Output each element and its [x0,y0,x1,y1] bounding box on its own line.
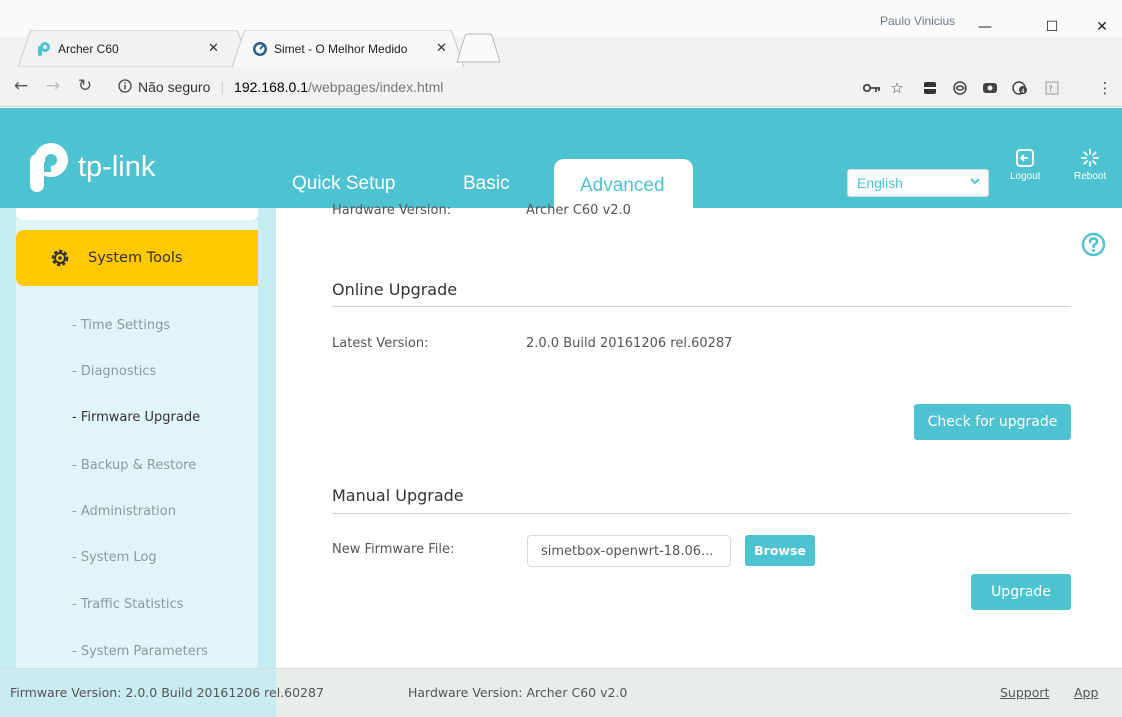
tplink-favicon-icon [36,41,52,57]
help-icon[interactable] [1081,232,1106,257]
reboot-button[interactable]: Reboot [1074,148,1106,182]
language-value: English [857,175,903,191]
sidebar-item-system-log[interactable]: - System Log [72,550,157,565]
sidebar-item-administration[interactable]: - Administration [72,504,176,519]
svg-text:4: 4 [1021,88,1025,95]
tab-title: Archer C60 [58,41,119,56]
sidebar: System Tools - Time Settings - Diagnosti… [0,208,276,668]
footer-hardware-version: Hardware Version: Archer C60 v2.0 [408,685,628,700]
nav-advanced-label: Advanced [580,175,665,196]
tab-archer-c60[interactable]: Archer C60 ✕ [18,30,250,67]
sidebar-item-diagnostics[interactable]: - Diagnostics [72,364,156,379]
simet-favicon-icon [252,41,268,57]
logo-text: tp-link [78,150,156,183]
url-path: /webpages/index.html [308,79,444,95]
check-for-upgrade-button[interactable]: Check for upgrade [914,404,1071,440]
close-tab-icon[interactable]: ✕ [436,41,447,56]
section-divider [332,513,1071,514]
tab-title: Simet - O Melhor Medido [274,41,408,56]
maximize-button[interactable]: ☐ [1032,14,1072,40]
new-firmware-file-label: New Firmware File: [332,542,455,557]
browse-button[interactable]: Browse [745,535,815,566]
extension-store-icon[interactable] [920,78,940,98]
sidebar-item-time-settings[interactable]: - Time Settings [72,318,170,333]
section-divider [332,306,1071,307]
support-link[interactable]: Support [1000,685,1049,700]
latest-version-label: Latest Version: [332,336,429,351]
reload-icon[interactable]: ↻ [72,73,98,99]
minimize-button[interactable]: — [965,14,1005,40]
star-icon[interactable]: ☆ [887,78,907,98]
tab-simet[interactable]: Simet - O Melhor Medido ✕ [232,30,464,67]
footer-firmware-version: Firmware Version: 2.0.0 Build 20161206 r… [10,685,324,700]
footer: Firmware Version: 2.0.0 Build 20161206 r… [0,668,1122,717]
router-header: tp-link Quick Setup Basic Advanced Engli… [0,108,1122,209]
language-select[interactable]: English [847,169,989,197]
sidebar-item-backup-restore[interactable]: - Backup & Restore [72,458,196,473]
info-icon[interactable] [118,78,132,96]
extension-icon[interactable]: ? [1042,78,1062,98]
nav-basic[interactable]: Basic [463,173,509,195]
logout-label: Logout [1010,171,1041,182]
logout-icon [1016,149,1035,167]
forward-arrow-icon[interactable]: → [40,73,66,99]
nav-quick-setup[interactable]: Quick Setup [292,173,396,195]
svg-text:?: ? [1049,85,1053,94]
reboot-icon [1081,149,1100,167]
address-separator: | [220,79,225,95]
sidebar-section-system-tools[interactable]: System Tools [16,230,258,286]
gear-icon [50,248,70,268]
app-link[interactable]: App [1074,685,1098,700]
sidebar-top-edge [16,208,258,220]
sidebar-item-firmware-upgrade[interactable]: - Firmware Upgrade [72,410,200,425]
online-upgrade-title: Online Upgrade [332,280,458,299]
nav-advanced[interactable]: Advanced [554,159,693,209]
profile-name[interactable]: Paulo Vinicius [880,14,955,28]
main-content: Hardware Version: Archer C60 v2.0 Online… [276,203,1122,668]
menu-kebab-icon[interactable]: ⋮ [1095,78,1115,98]
reboot-label: Reboot [1074,171,1107,182]
hardware-version-label: Hardware Version: [332,203,452,218]
firmware-file-input[interactable]: simetbox-openwrt-18.06... [527,535,731,567]
upgrade-button[interactable]: Upgrade [971,574,1071,610]
security-label[interactable]: Não seguro [138,79,210,95]
tplink-logo-icon [30,143,68,192]
hardware-version-value: Archer C60 v2.0 [526,203,631,218]
address-bar[interactable]: Não seguro | 192.168.0.1/webpages/index.… [118,73,918,101]
sidebar-item-system-parameters[interactable]: - System Parameters [72,644,208,659]
url-host: 192.168.0.1 [234,79,308,95]
sync-extension-icon[interactable] [950,78,970,98]
tplink-logo[interactable]: tp-link [18,140,155,194]
back-arrow-icon[interactable]: ← [8,73,34,99]
sidebar-section-label: System Tools [88,250,183,266]
manual-upgrade-title: Manual Upgrade [332,486,464,505]
close-tab-icon[interactable]: ✕ [208,41,219,56]
sidebar-item-traffic-statistics[interactable]: - Traffic Statistics [72,597,183,612]
chevron-down-icon [970,177,980,188]
new-tab-button[interactable] [455,33,503,63]
logout-button[interactable]: Logout [1010,148,1041,182]
badge-extension-icon[interactable]: 4 [1010,78,1030,98]
key-icon[interactable] [862,78,882,98]
close-window-button[interactable]: ✕ [1082,14,1122,40]
media-extension-icon[interactable] [980,78,1000,98]
latest-version-value: 2.0.0 Build 20161206 rel.60287 [526,336,733,351]
